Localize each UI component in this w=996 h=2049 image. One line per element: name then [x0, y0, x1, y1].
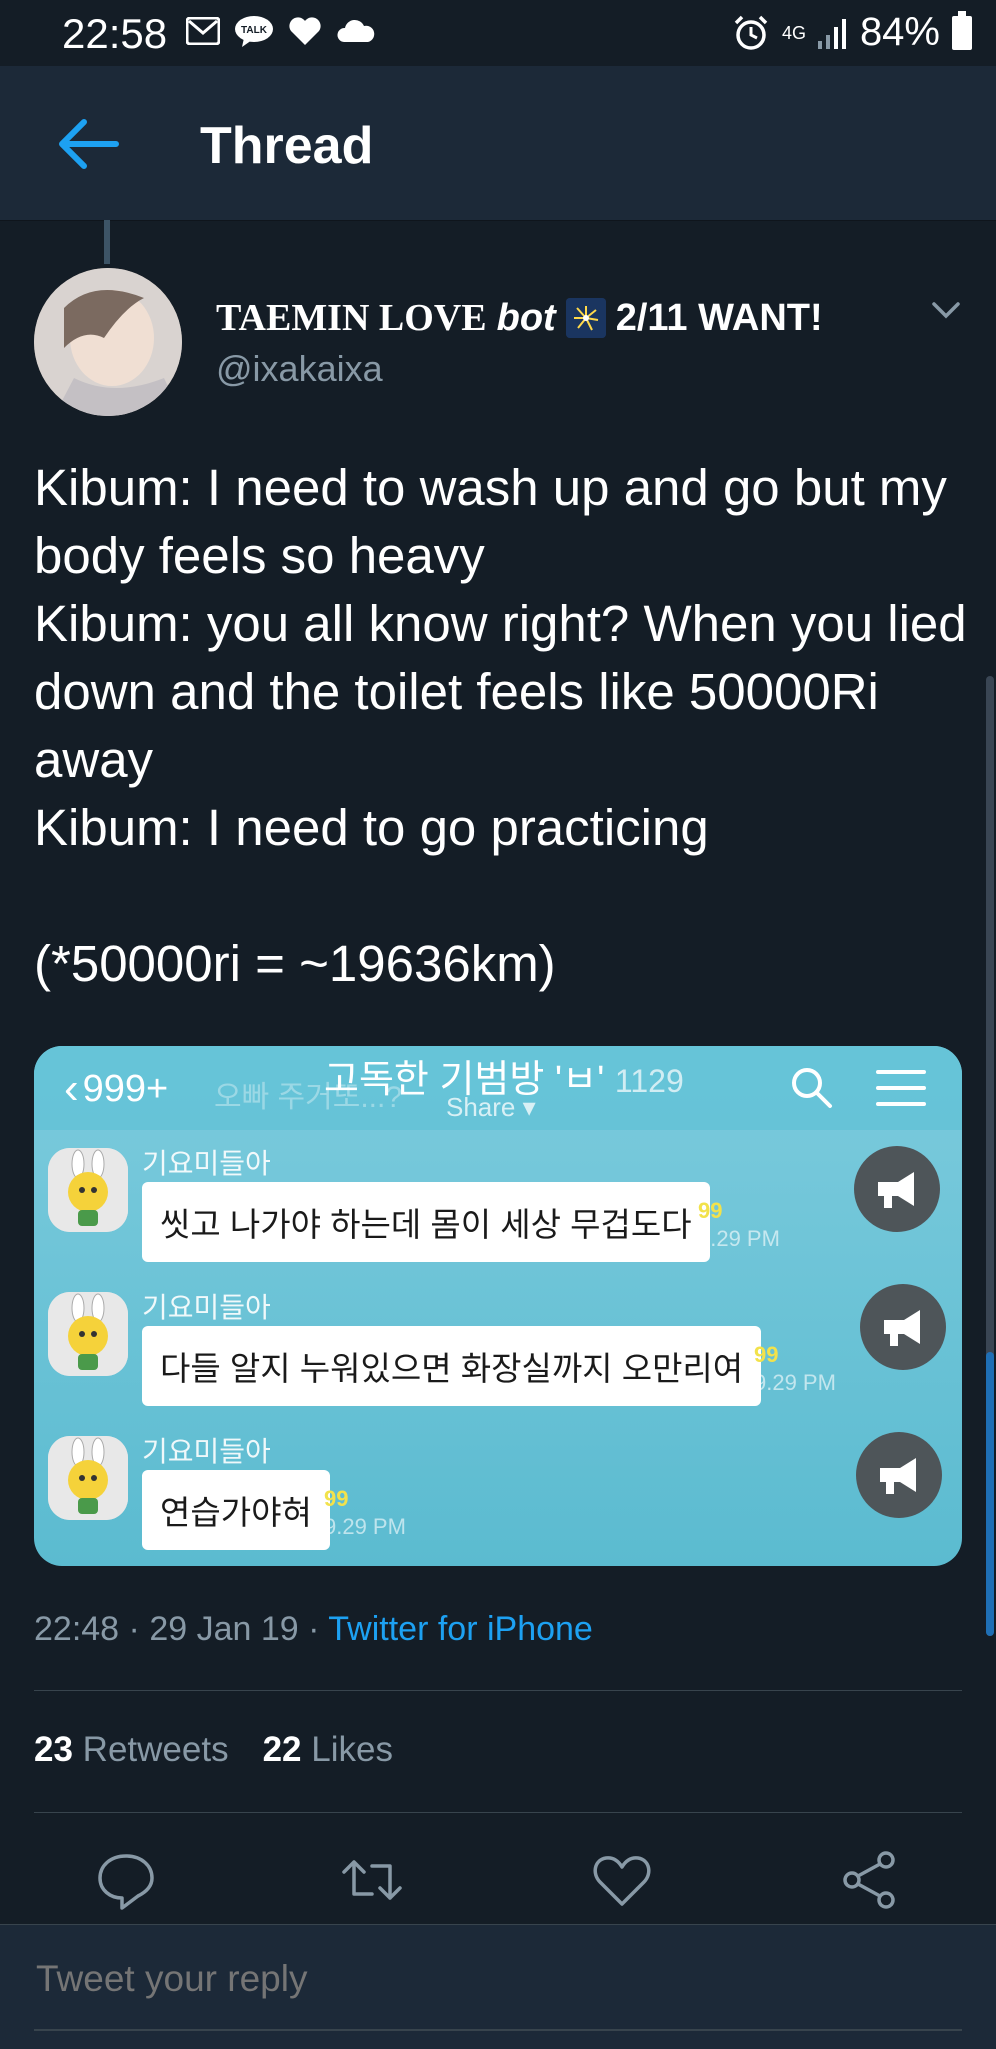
unread-count: 99 — [754, 1342, 779, 1367]
tweet-stats: 23 Retweets 22 Likes — [34, 1730, 393, 1770]
chevron-left-icon: ‹ — [64, 1064, 79, 1113]
retweet-icon[interactable] — [340, 1848, 404, 1912]
share-icon[interactable] — [838, 1848, 902, 1912]
author-name-bot: bot — [496, 296, 556, 339]
talk-icon: TALK — [235, 16, 273, 47]
chat-back: ‹ 999+ — [64, 1064, 168, 1114]
chat-share-label: Share — [446, 1092, 516, 1122]
chat-message: 기요미들아 연습가야혀 99 9.29 PM — [34, 1422, 962, 1562]
chat-bubble: 다들 알지 누워있으면 화장실까지 오만리여 — [142, 1326, 762, 1406]
chat-share: Share ▾ — [446, 1092, 536, 1122]
author-name[interactable]: TAEMIN LOVE bot 2/11 WANT! — [216, 296, 823, 340]
svg-text:TALK: TALK — [241, 25, 268, 36]
menu-icon — [876, 1070, 926, 1106]
chat-sender: 기요미들아 — [142, 1148, 271, 1179]
megaphone-icon — [854, 1146, 940, 1232]
chat-avatar — [48, 1148, 128, 1232]
chat-member-count: 1129 — [614, 1063, 684, 1099]
chat-bubble: 연습가야혀 — [142, 1470, 330, 1550]
chat-sender: 기요미들아 — [142, 1436, 271, 1467]
reply-icon[interactable] — [94, 1848, 158, 1912]
tweet-image[interactable]: ‹ 999+ 오빠 주거또...? 고독한 기범방 'ㅂ' 1129 Share … — [34, 1046, 962, 1566]
cloud-icon — [337, 19, 375, 42]
reply-bar — [0, 1924, 996, 2049]
chevron-down-icon[interactable] — [926, 290, 966, 330]
notification-icons: TALK — [186, 14, 376, 48]
megaphone-icon — [860, 1284, 946, 1370]
chat-bubble: 씻고 나가야 하는데 몸이 세상 무겁도다 — [142, 1182, 710, 1262]
likes-count: 22 — [262, 1730, 302, 1769]
status-bar: 22:58 TALK 4G 84% — [0, 0, 996, 66]
network-label: 4G — [781, 22, 806, 43]
author-handle[interactable]: @ixakaixa — [216, 348, 383, 390]
status-time: 22:58 — [62, 10, 168, 57]
divider — [34, 1812, 962, 1813]
megaphone-icon — [856, 1432, 942, 1518]
likes-stat[interactable]: 22 Likes — [263, 1730, 393, 1770]
divider — [34, 1690, 962, 1691]
reply-underline — [34, 2029, 962, 2031]
scrollbar-thumb[interactable] — [986, 1352, 994, 1636]
tweet-source-link[interactable]: Twitter for iPhone — [328, 1610, 593, 1648]
signal-icon — [817, 18, 846, 49]
chat-message: 기요미들아 다들 알지 누워있으면 화장실까지 오만리여 99 9.29 PM — [34, 1278, 962, 1418]
likes-label: Likes — [311, 1730, 393, 1769]
battery-level: 84% — [859, 10, 940, 54]
chat-avatar — [48, 1436, 128, 1520]
retweets-label: Retweets — [82, 1730, 229, 1769]
author-name-prefix: TAEMIN LOVE — [216, 297, 487, 339]
alarm-icon — [734, 15, 768, 50]
retweets-stat[interactable]: 23 Retweets — [34, 1730, 229, 1770]
chat-sender: 기요미들아 — [142, 1292, 271, 1323]
author-name-suffix: 2/11 WANT! — [615, 296, 823, 339]
thread-connector — [104, 220, 110, 264]
battery-icon — [952, 10, 972, 50]
search-icon — [792, 1068, 832, 1108]
tweet-meta: 22:48 · 29 Jan 19 · Twitter for iPhone — [34, 1610, 593, 1648]
unread-count: 99 — [698, 1198, 723, 1223]
avatar[interactable] — [34, 268, 182, 416]
app-header: Thread — [0, 66, 996, 221]
tweet-text: Kibum: I need to wash up and go but my b… — [34, 459, 967, 992]
message-time: 9.29 PM — [754, 1370, 836, 1395]
chat-avatar — [48, 1292, 128, 1376]
like-icon[interactable] — [590, 1848, 654, 1912]
tweet-actions — [0, 1840, 996, 1920]
tweet-date: 29 Jan 19 — [149, 1610, 299, 1648]
firework-emoji-icon — [565, 298, 606, 338]
message-time: 9.29 PM — [324, 1514, 406, 1539]
status-right: 4G 84% — [732, 10, 972, 55]
mail-icon — [186, 17, 220, 45]
chat-message: 기요미들아 씻고 나가야 하는데 몸이 세상 무겁도다 99 9.29 PM — [34, 1134, 962, 1274]
message-time: 9.29 PM — [698, 1226, 780, 1251]
unread-count: 99 — [324, 1486, 349, 1511]
chat-header: ‹ 999+ 오빠 주거또...? 고독한 기범방 'ㅂ' 1129 Share … — [34, 1046, 962, 1130]
heart-icon — [289, 17, 321, 45]
back-arrow-icon[interactable] — [54, 110, 122, 178]
reply-input[interactable] — [34, 1957, 938, 2001]
page-title: Thread — [200, 117, 374, 175]
tweet-time: 22:48 — [34, 1610, 120, 1648]
chat-back-count: 999+ — [82, 1067, 169, 1110]
avatar-photo — [34, 268, 182, 416]
retweets-count: 23 — [34, 1730, 73, 1769]
